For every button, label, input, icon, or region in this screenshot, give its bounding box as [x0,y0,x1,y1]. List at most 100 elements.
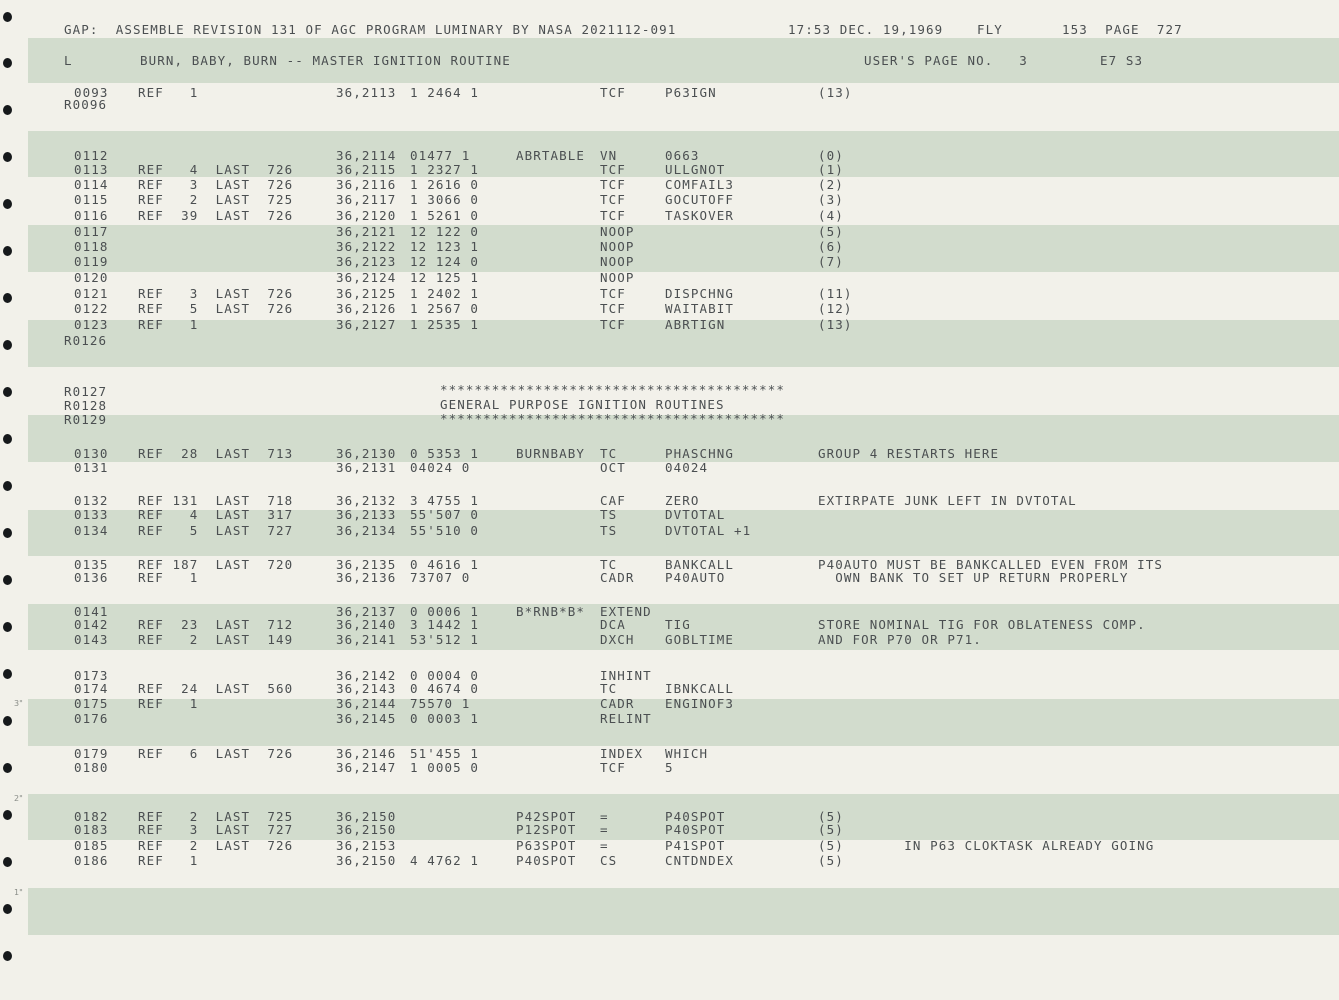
seq-number: 0119 [74,254,109,269]
address: 36,2144 [336,696,397,711]
address: 36,2124 [336,270,397,285]
seq-number: 0180 [74,760,109,775]
address: 36,2117 [336,192,397,207]
opcode: TCF [600,317,626,332]
opcode: TCF [600,760,626,775]
octal-word: 1 2402 1 [410,286,480,301]
operand: 04024 [665,460,709,475]
operand: DISPCHNG [665,286,735,301]
comment: (1) [818,162,844,177]
address: 36,2126 [336,301,397,316]
label: P63SPOT [516,838,577,853]
octal-word: 12 122 0 [410,224,480,239]
inch-mark: 2" [14,794,23,803]
operand: P63IGN [665,85,717,100]
operand: CNTDNDEX [665,853,735,868]
ref-info: REF 28 LAST 713 [138,446,294,461]
comment: GROUP 4 RESTARTS HERE [818,446,1000,461]
comment: (3) [818,192,844,207]
address: 36,2143 [336,681,397,696]
opcode: VN [600,148,618,163]
ref-info: REF 3 LAST 726 [138,286,294,301]
octal-word: 3 1442 1 [410,617,480,632]
seq-number: 0113 [74,162,109,177]
comment: STORE NOMINAL TIG FOR OBLATENESS COMP. [818,617,1146,632]
address: 36,2150 [336,822,397,837]
address: 36,2147 [336,760,397,775]
seq-number: 0116 [74,208,109,223]
address: 36,2121 [336,224,397,239]
octal-word: 1 2616 0 [410,177,480,192]
seq-number: R0128 [64,398,108,413]
label: ABRTABLE [516,148,586,163]
comment: AND FOR P70 OR P71. [818,632,982,647]
ref-info: REF 2 LAST 725 [138,192,294,207]
seq-number: 0118 [74,239,109,254]
ref-info: REF 1 [138,570,199,585]
octal-word: 1 2327 1 [410,162,480,177]
operand: 5 [665,760,674,775]
seq-number: 0112 [74,148,109,163]
address: 36,2113 [336,85,397,100]
comment: (7) [818,254,844,269]
address: 36,2114 [336,148,397,163]
comment: (5) [818,822,844,837]
opcode: TCF [600,85,626,100]
ref-info: REF 1 [138,317,199,332]
seq-number: 0120 [74,270,109,285]
address: 36,2131 [336,460,397,475]
address: 36,2141 [336,632,397,647]
operand: ABRTIGN [665,317,726,332]
seq-number: 0176 [74,711,109,726]
seq-number: 0143 [74,632,109,647]
inch-mark: 3" [14,699,23,708]
operand: DVTOTAL [665,507,726,522]
page-number: 153 PAGE 727 [1062,22,1183,37]
opcode: TCF [600,286,626,301]
address: 36,2146 [336,746,397,761]
seq-number: 0185 [74,838,109,853]
fly-label: FLY [977,22,1003,37]
octal-word: 12 123 1 [410,239,480,254]
seq-number: 0117 [74,224,109,239]
opcode: CAF [600,493,626,508]
comment: (5) [818,224,844,239]
operand: TIG [665,617,691,632]
seq-number: 0121 [74,286,109,301]
address: 36,2120 [336,208,397,223]
page-code: E7 S3 [1100,53,1144,68]
operand: 0663 [665,148,700,163]
octal-word: 4 4762 1 [410,853,480,868]
opcode: TCF [600,192,626,207]
ref-info: REF 1 [138,696,199,711]
octal-word: 1 2464 1 [410,85,480,100]
inch-mark: 1" [14,888,23,897]
opcode: TC [600,446,618,461]
operand: P40SPOT [665,822,726,837]
seq-number: 0131 [74,460,109,475]
octal-word: 12 124 0 [410,254,480,269]
octal-word: 1 0005 0 [410,760,480,775]
seq-number: 0132 [74,493,109,508]
opcode: OCT [600,460,626,475]
operand: TASKOVER [665,208,735,223]
octal-word: 04024 0 [410,460,471,475]
user-page-number: USER'S PAGE NO. 3 [864,53,1028,68]
opcode: TS [600,507,618,522]
opcode: DXCH [600,632,635,647]
comment: (12) [818,301,853,316]
seq-number: 0183 [74,822,109,837]
label: B*RNB*B* [516,604,586,619]
operand: ULLGNOT [665,162,726,177]
label: BURNBABY [516,446,586,461]
opcode: RELINT [600,711,652,726]
address: 36,2145 [336,711,397,726]
octal-word: 3 4755 1 [410,493,480,508]
operand: DVTOTAL +1 [665,523,752,538]
ref-info: REF 5 LAST 726 [138,301,294,316]
log-letter: L [64,53,73,68]
seq-number: R0129 [64,412,108,427]
comment: (0) [818,148,844,163]
address: 36,2134 [336,523,397,538]
address: 36,2125 [336,286,397,301]
